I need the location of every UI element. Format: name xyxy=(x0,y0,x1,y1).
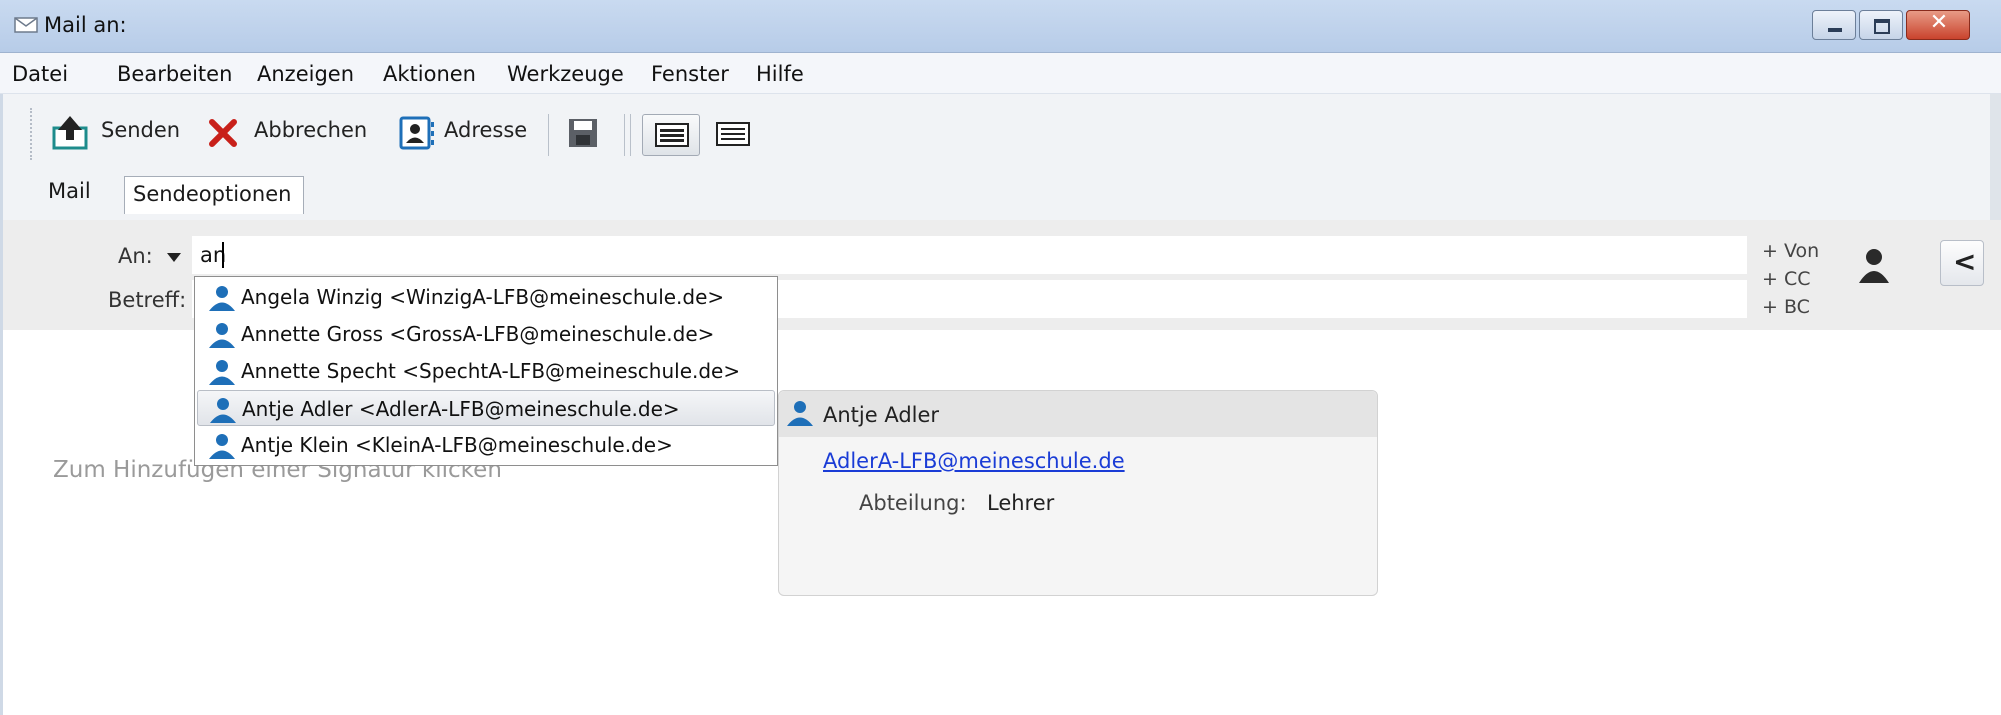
tab-mail[interactable]: Mail xyxy=(18,174,122,220)
autocomplete-item-selected[interactable]: Antje Adler <AdlerA-LFB@meineschule.de> xyxy=(197,390,775,426)
address-button[interactable]: Adresse xyxy=(396,108,528,160)
contact-card-email-link[interactable]: AdlerA-LFB@meineschule.de xyxy=(823,449,1125,473)
autocomplete-item-label: Antje Klein <KleinA-LFB@meineschule.de> xyxy=(241,433,673,457)
menu-datei[interactable]: Datei xyxy=(12,62,68,86)
menu-fenster[interactable]: Fenster xyxy=(651,62,729,86)
autocomplete-item-label: Angela Winzig <WinzigA-LFB@meineschule.d… xyxy=(241,285,725,309)
close-button[interactable]: ✕ xyxy=(1906,10,1970,40)
html-format-toggle[interactable] xyxy=(642,114,700,156)
cancel-button[interactable]: Abbrechen xyxy=(204,108,374,160)
toolbar: Senden Abbrechen Adresse xyxy=(0,94,1990,174)
maximize-button[interactable] xyxy=(1859,10,1903,40)
collapse-panel-button[interactable]: < xyxy=(1940,240,1984,286)
autocomplete-item-label: Antje Adler <AdlerA-LFB@meineschule.de> xyxy=(242,397,680,421)
to-input[interactable] xyxy=(192,236,1747,274)
title-bar: Mail an: ✕ xyxy=(0,0,2001,53)
menu-anzeigen[interactable]: Anzeigen xyxy=(257,62,354,86)
add-bc-link[interactable]: + BC xyxy=(1762,296,1810,318)
tab-mail-label: Mail xyxy=(48,179,91,203)
to-dropdown-icon[interactable] xyxy=(167,253,181,262)
envelope-icon xyxy=(14,17,38,33)
save-disk-icon xyxy=(569,119,597,147)
contact-person-icon xyxy=(209,323,235,348)
autocomplete-item[interactable]: Angela Winzig <WinzigA-LFB@meineschule.d… xyxy=(197,279,775,315)
autocomplete-list: Angela Winzig <WinzigA-LFB@meineschule.d… xyxy=(194,276,778,466)
save-button[interactable] xyxy=(566,116,602,152)
department-value: Lehrer xyxy=(987,491,1055,515)
cancel-label: Abbrechen xyxy=(254,118,368,142)
plain-text-format-icon xyxy=(716,122,750,146)
add-cc-link[interactable]: + CC xyxy=(1762,268,1811,290)
send-button[interactable]: Senden xyxy=(50,108,182,160)
tab-send-options-label: Sendeoptionen xyxy=(133,182,292,206)
menu-bearbeiten[interactable]: Bearbeiten xyxy=(117,62,232,86)
menu-aktionen[interactable]: Aktionen xyxy=(383,62,476,86)
autocomplete-item-label: Annette Specht <SpechtA-LFB@meineschule.… xyxy=(241,359,741,383)
window-border xyxy=(0,94,3,715)
cancel-x-icon xyxy=(209,119,237,147)
menu-werkzeuge[interactable]: Werkzeuge xyxy=(507,62,624,86)
autocomplete-item[interactable]: Annette Gross <GrossA-LFB@meineschule.de… xyxy=(197,316,775,352)
menu-hilfe[interactable]: Hilfe xyxy=(756,62,804,86)
text-caret xyxy=(222,242,224,268)
send-label: Senden xyxy=(101,118,181,142)
menu-bar: Datei Bearbeiten Anzeigen Aktionen Werkz… xyxy=(0,53,2001,94)
contact-card-header: Antje Adler xyxy=(779,391,1377,437)
autocomplete-item[interactable]: Annette Specht <SpechtA-LFB@meineschule.… xyxy=(197,353,775,389)
autocomplete-item-label: Annette Gross <GrossA-LFB@meineschule.de… xyxy=(241,322,715,346)
contact-person-icon xyxy=(210,398,236,423)
to-label: An: xyxy=(118,244,153,268)
window-edge xyxy=(1990,94,2001,230)
contact-person-icon xyxy=(209,434,235,459)
close-icon: ✕ xyxy=(1929,10,1949,35)
toolbar-separator xyxy=(624,114,625,156)
minimize-button[interactable] xyxy=(1812,10,1856,40)
tab-send-options[interactable]: Sendeoptionen xyxy=(124,176,304,214)
contact-card: Antje Adler AdlerA-LFB@meineschule.de Ab… xyxy=(778,390,1378,596)
contact-person-icon xyxy=(209,360,235,385)
toolbar-grip xyxy=(30,108,35,160)
tab-strip: Mail Sendeoptionen xyxy=(0,174,1990,221)
plain-text-format-toggle[interactable] xyxy=(712,114,756,156)
autocomplete-item[interactable]: Antje Klein <KleinA-LFB@meineschule.de> xyxy=(197,427,775,463)
department-label: Abteilung: xyxy=(859,491,967,515)
contact-person-icon[interactable] xyxy=(1856,245,1892,285)
add-from-link[interactable]: + Von xyxy=(1762,240,1819,262)
toolbar-separator xyxy=(548,114,549,156)
address-book-icon xyxy=(399,116,434,150)
chevron-left-icon: < xyxy=(1953,245,1977,278)
contact-person-icon xyxy=(787,401,813,426)
subject-label: Betreff: xyxy=(108,288,187,312)
window-title: Mail an: xyxy=(44,13,127,37)
toolbar-separator xyxy=(630,114,631,156)
contact-person-icon xyxy=(209,286,235,311)
address-label: Adresse xyxy=(444,118,528,142)
html-format-icon xyxy=(655,123,689,147)
contact-card-name: Antje Adler xyxy=(823,403,940,427)
send-icon xyxy=(52,116,88,150)
